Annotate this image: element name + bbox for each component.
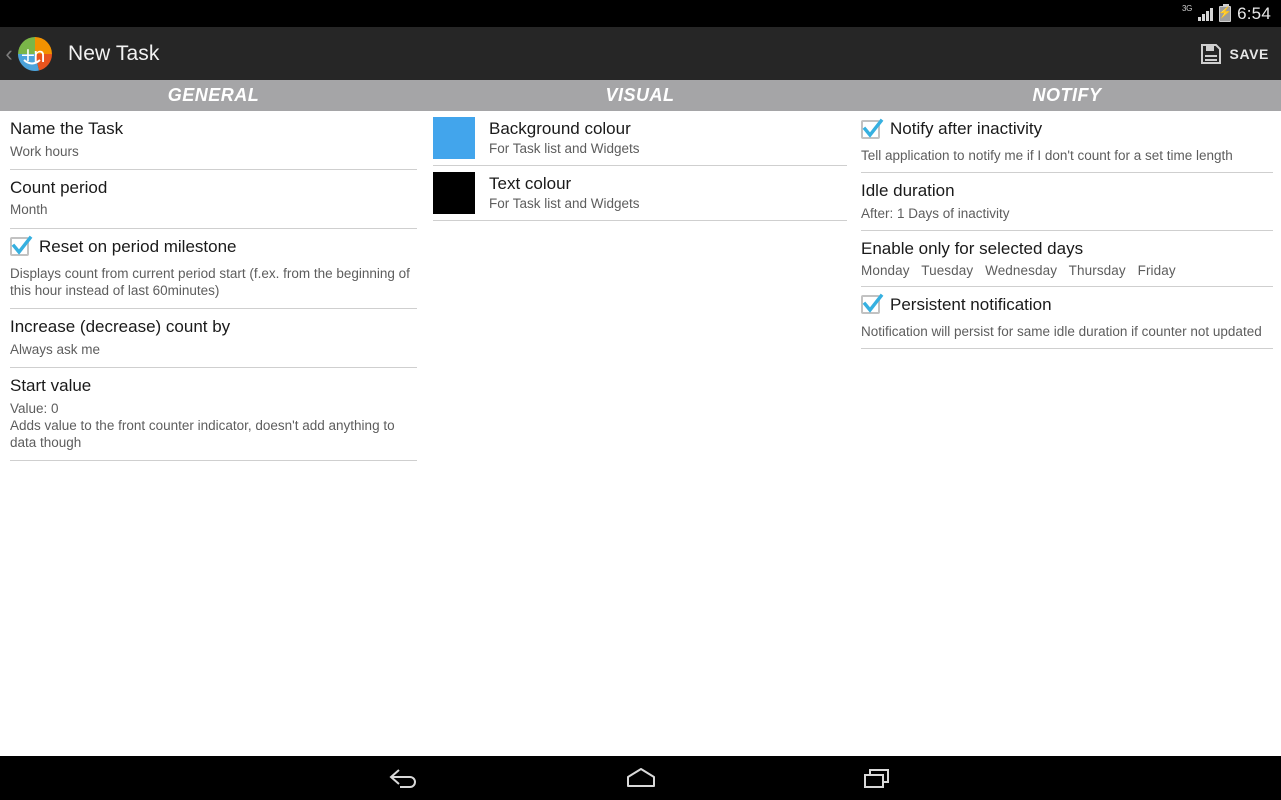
setting-name-the-task[interactable]: Name the Task Work hours bbox=[10, 111, 417, 170]
setting-title: Start value bbox=[10, 375, 92, 395]
setting-description: Adds value to the front counter indicato… bbox=[10, 417, 395, 451]
chevron-left-icon: ‹ bbox=[5, 40, 13, 66]
column-notify: Notify after inactivity Tell application… bbox=[853, 111, 1281, 756]
home-icon[interactable] bbox=[618, 763, 664, 793]
text-colour-swatch[interactable] bbox=[433, 172, 475, 214]
setting-start-value[interactable]: Start value Value: 0 Adds value to the f… bbox=[10, 368, 417, 462]
floppy-disk-save-icon bbox=[1200, 43, 1222, 65]
status-bar: 3G ⚡ 6:54 bbox=[0, 0, 1281, 27]
setting-value: Month bbox=[10, 202, 48, 218]
page-title: New Task bbox=[68, 41, 160, 65]
setting-description: Displays count from current period start… bbox=[10, 265, 410, 298]
setting-value: Value: 0 bbox=[10, 400, 59, 416]
save-button-label: SAVE bbox=[1229, 45, 1269, 62]
setting-notify-after-inactivity[interactable]: Notify after inactivity Tell application… bbox=[861, 111, 1273, 174]
setting-title: Count period bbox=[10, 177, 108, 197]
setting-idle-duration[interactable]: Idle duration After: 1 Days of inactivit… bbox=[861, 173, 1273, 232]
checkbox-persistent-notification[interactable] bbox=[861, 293, 884, 315]
tab-general[interactable]: GENERAL bbox=[0, 80, 427, 111]
background-colour-swatch[interactable] bbox=[433, 117, 475, 159]
checkbox-notify-after-inactivity[interactable] bbox=[861, 118, 884, 139]
save-button[interactable]: SAVE bbox=[1200, 27, 1281, 80]
setting-description: Tell application to notify me if I don't… bbox=[861, 148, 1233, 163]
android-screen: 3G ⚡ 6:54 ‹ + n New Task SAVE GENERAL VI… bbox=[0, 0, 1281, 800]
setting-title: Increase (decrease) count by bbox=[10, 317, 231, 337]
selected-day: Tuesday bbox=[921, 262, 974, 278]
setting-count-period[interactable]: Count period Month bbox=[10, 170, 417, 229]
setting-text-colour[interactable]: Text colour For Task list and Widgets bbox=[433, 166, 847, 221]
tab-visual[interactable]: VISUAL bbox=[427, 80, 853, 111]
system-navigation-bar bbox=[0, 756, 1281, 800]
column-visual: Background colour For Task list and Widg… bbox=[427, 111, 853, 756]
battery-charging-icon: ⚡ bbox=[1218, 3, 1232, 22]
setting-title: Notify after inactivity bbox=[890, 119, 1043, 138]
setting-increase-decrease-count-by[interactable]: Increase (decrease) count by Always ask … bbox=[10, 309, 417, 368]
signal-bars-icon bbox=[1198, 7, 1214, 21]
tab-header-band: GENERAL VISUAL NOTIFY bbox=[0, 80, 1281, 111]
selected-day: Wednesday bbox=[985, 262, 1058, 278]
setting-title: Name the Task bbox=[10, 119, 124, 138]
settings-columns: Name the Task Work hours Count period Mo… bbox=[0, 111, 1281, 756]
action-bar-up-button[interactable]: ‹ + n New Task bbox=[0, 31, 159, 77]
selected-days-list: Monday Tuesday Wednesday Thursday Friday bbox=[861, 263, 1273, 278]
setting-text: Background colour For Task list and Widg… bbox=[489, 119, 640, 158]
recent-apps-icon[interactable] bbox=[854, 763, 900, 793]
setting-title: Enable only for selected days bbox=[861, 239, 1084, 259]
selected-day: Thursday bbox=[1068, 262, 1126, 278]
setting-description: Notification will persist for same idle … bbox=[861, 323, 1262, 339]
setting-value: Work hours bbox=[10, 143, 79, 159]
selected-day: Monday bbox=[861, 262, 910, 278]
setting-title: Idle duration bbox=[861, 181, 955, 201]
action-bar: ‹ + n New Task SAVE bbox=[0, 27, 1281, 80]
setting-title: Reset on period milestone bbox=[39, 236, 237, 256]
network-type-label: 3G bbox=[1182, 3, 1193, 13]
checkbox-reset-on-period-milestone[interactable] bbox=[10, 235, 33, 257]
app-logo-icon: + n bbox=[12, 31, 58, 77]
setting-value: Always ask me bbox=[10, 341, 101, 357]
setting-persistent-notification[interactable]: Persistent notification Notification wil… bbox=[861, 287, 1273, 349]
tab-notify[interactable]: NOTIFY bbox=[853, 80, 1281, 111]
setting-background-colour[interactable]: Background colour For Task list and Widg… bbox=[433, 111, 847, 166]
setting-value: After: 1 Days of inactivity bbox=[861, 205, 1010, 221]
setting-description: For Task list and Widgets bbox=[489, 196, 640, 212]
column-general: Name the Task Work hours Count period Mo… bbox=[0, 111, 427, 756]
selected-day: Friday bbox=[1137, 262, 1176, 278]
setting-reset-on-period-milestone[interactable]: Reset on period milestone Displays count… bbox=[10, 229, 417, 310]
setting-description: For Task list and Widgets bbox=[489, 141, 640, 157]
status-bar-clock: 6:54 bbox=[1237, 3, 1271, 23]
setting-title: Background colour bbox=[489, 118, 631, 138]
back-arrow-icon[interactable] bbox=[382, 763, 428, 793]
setting-title: Persistent notification bbox=[890, 294, 1052, 314]
setting-enable-only-for-selected-days[interactable]: Enable only for selected days Monday Tue… bbox=[861, 231, 1273, 287]
setting-text: Text colour For Task list and Widgets bbox=[489, 174, 640, 213]
setting-title: Text colour bbox=[489, 173, 572, 193]
